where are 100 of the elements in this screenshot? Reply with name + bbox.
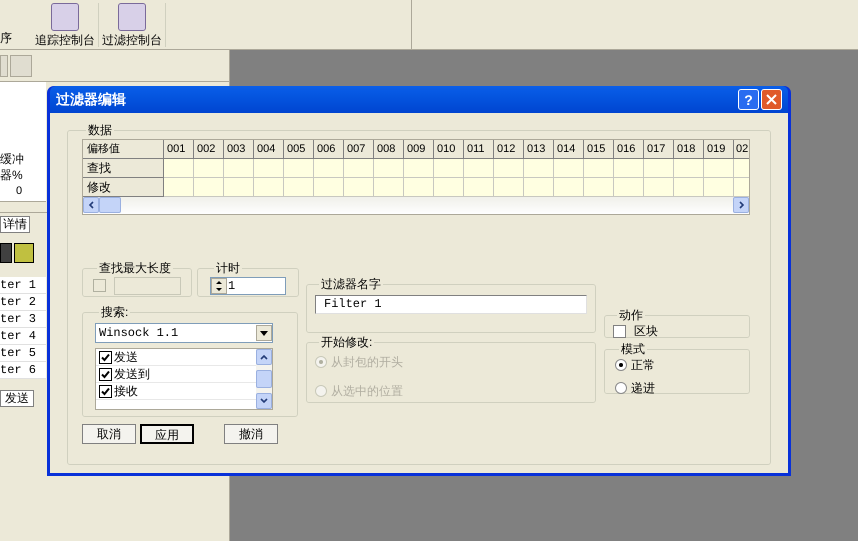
column-header: 013 [524, 140, 554, 159]
column-header: 014 [554, 140, 584, 159]
grid-cell[interactable] [224, 178, 254, 197]
checkbox[interactable] [99, 368, 112, 380]
radio-label: 递进 [631, 380, 655, 397]
grid-cell[interactable] [494, 159, 524, 178]
grid-cell[interactable] [644, 159, 674, 178]
grid-cell[interactable] [344, 159, 374, 178]
grid-cell[interactable] [464, 178, 494, 197]
grid-cell[interactable] [704, 178, 734, 197]
grid-cell[interactable] [524, 159, 554, 178]
window-title: 过滤器编辑 [56, 90, 127, 109]
grid-cell[interactable] [284, 159, 314, 178]
grid-cell[interactable] [254, 159, 284, 178]
grid-cell[interactable] [614, 159, 644, 178]
column-header: 019 [704, 140, 734, 159]
grid-cell[interactable] [494, 178, 524, 197]
scroll-right-icon[interactable] [733, 197, 749, 213]
toolbar-button[interactable]: 追踪控制台 [32, 3, 99, 47]
column-header: 007 [344, 140, 374, 159]
grid-cell[interactable] [284, 178, 314, 197]
list-item[interactable]: ter 6 [0, 362, 46, 379]
grid-cell[interactable] [404, 178, 434, 197]
checkbox[interactable] [99, 384, 112, 398]
grid-cell[interactable] [404, 159, 434, 178]
list-item[interactable]: ter 1 [0, 277, 46, 294]
grid-cell[interactable] [194, 178, 224, 197]
group-label: 过滤器名字 [320, 277, 382, 291]
scroll-thumb[interactable] [256, 370, 272, 388]
column-header: 003 [224, 140, 254, 159]
grid-cell[interactable] [224, 159, 254, 178]
row-header: 查找 [83, 159, 164, 178]
checklist-label: 接收 [114, 384, 138, 398]
scroll-thumb[interactable] [99, 197, 121, 213]
filter-name-field[interactable]: Filter 1 [315, 295, 587, 314]
radio-button[interactable] [615, 359, 627, 371]
timer-value: 1 [227, 278, 236, 294]
close-button[interactable] [761, 89, 782, 110]
grid-cell[interactable] [464, 159, 494, 178]
column-header: 001 [164, 140, 194, 159]
toolbar-button[interactable]: 过滤控制台 [99, 3, 166, 47]
grid-cell[interactable] [374, 178, 404, 197]
dialog-button[interactable]: 应用 [140, 424, 194, 444]
toolbar-icon[interactable] [10, 54, 32, 76]
grid-cell[interactable] [584, 159, 614, 178]
grid-cell[interactable] [674, 178, 704, 197]
vertical-scrollbar[interactable] [256, 349, 272, 409]
column-header: 006 [314, 140, 344, 159]
grid-cell[interactable] [554, 178, 584, 197]
grid-cell[interactable] [704, 159, 734, 178]
grid-cell[interactable] [164, 159, 194, 178]
grid-cell[interactable] [674, 159, 704, 178]
toolbar-icon[interactable] [0, 54, 8, 76]
group-label: 搜索: [100, 305, 130, 319]
scroll-up-icon[interactable] [256, 349, 272, 365]
checkbox[interactable] [99, 350, 112, 364]
column-header: 015 [584, 140, 614, 159]
grid-cell[interactable] [584, 178, 614, 197]
grid-cell[interactable] [434, 178, 464, 197]
column-header: 偏移值 [83, 140, 164, 159]
column-header: 02 [734, 140, 749, 159]
scroll-down-icon[interactable] [256, 393, 272, 409]
close-icon [766, 94, 777, 105]
list-item[interactable]: ter 2 [0, 294, 46, 311]
grid-cell[interactable] [434, 159, 464, 178]
help-button[interactable]: ? [738, 89, 759, 110]
column-header: 010 [434, 140, 464, 159]
grid-cell[interactable] [734, 178, 749, 197]
checklist-label: 发送到 [114, 366, 150, 382]
grid-cell[interactable] [554, 159, 584, 178]
grid-cell[interactable] [644, 178, 674, 197]
tab[interactable]: 详情 [0, 216, 30, 233]
grid-cell[interactable] [374, 159, 404, 178]
protocol-dropdown[interactable]: Winsock 1.1 [95, 323, 273, 343]
grid-cell[interactable] [524, 178, 554, 197]
gauge-label: 缓冲器% [0, 150, 25, 182]
list-item[interactable]: ter 5 [0, 345, 46, 362]
spin-arrows-icon[interactable] [211, 278, 227, 294]
dialog-button[interactable]: 撤消 [224, 424, 278, 444]
grid-cell[interactable] [314, 159, 344, 178]
grid-cell[interactable] [734, 159, 749, 178]
tab[interactable]: 发送 [0, 390, 34, 407]
radio-label: 从封包的开头 [331, 354, 403, 371]
column-header: 018 [674, 140, 704, 159]
scroll-left-icon[interactable] [83, 197, 99, 213]
grid-cell[interactable] [194, 159, 224, 178]
horizontal-scrollbar[interactable] [83, 197, 749, 214]
checkbox[interactable] [613, 324, 626, 338]
timer-spinner[interactable]: 1 [210, 276, 286, 294]
grid-cell[interactable] [614, 178, 644, 197]
dialog-button[interactable]: 取消 [82, 424, 136, 444]
dropdown-value: Winsock 1.1 [98, 325, 180, 342]
grid-cell[interactable] [344, 178, 374, 197]
list-item[interactable]: ter 4 [0, 328, 46, 345]
grid-cell[interactable] [314, 178, 344, 197]
grid-cell[interactable] [164, 178, 194, 197]
list-item[interactable]: ter 3 [0, 311, 46, 328]
group-label: 动作 [618, 308, 644, 322]
radio-button[interactable] [615, 382, 627, 394]
grid-cell[interactable] [254, 178, 284, 197]
